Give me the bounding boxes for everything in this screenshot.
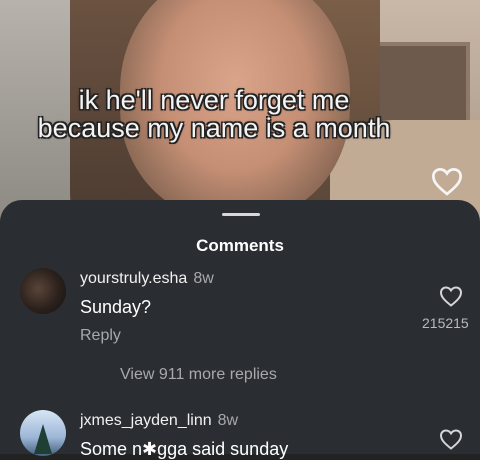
reply-button[interactable]: Reply	[80, 327, 121, 345]
comment-header: yourstruly.esha 8w	[80, 270, 214, 288]
video-caption: ik he'll never forget me because my name…	[37, 85, 391, 143]
comment-text: Sunday?	[80, 297, 152, 317]
avatar[interactable]	[20, 268, 66, 314]
view-replies-button[interactable]: View 911 more replies	[120, 366, 277, 384]
avatar[interactable]	[20, 410, 66, 456]
comment-like-heart-icon[interactable]	[439, 285, 463, 307]
comment-time: 8w	[217, 412, 239, 429]
comment-like-heart-icon[interactable]	[439, 428, 463, 450]
comment-like-count: 215215	[422, 315, 469, 331]
comment-text: Some n✱gga said sunday	[80, 439, 289, 459]
comment-username[interactable]: jxmes_jayden_linn	[80, 412, 212, 429]
avatar-tree-image	[34, 424, 52, 454]
comment-username[interactable]: yourstruly.esha	[80, 270, 187, 287]
comments-title: Comments	[196, 236, 284, 255]
comment-time: 8w	[193, 270, 214, 287]
comment-header: jxmes_jayden_linn 8w	[80, 412, 238, 430]
like-video-heart-icon[interactable]	[430, 166, 464, 196]
drag-handle[interactable]	[222, 213, 260, 216]
